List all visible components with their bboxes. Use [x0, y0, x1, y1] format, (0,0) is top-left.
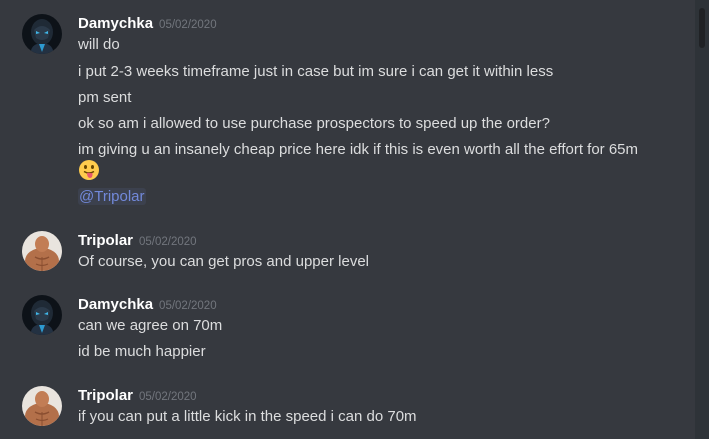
dark-hooded-figure-icon	[22, 14, 62, 54]
message-header: Damychka 05/02/2020	[78, 295, 217, 315]
message-header: Tripolar 05/02/2020	[78, 231, 197, 251]
avatar[interactable]	[22, 386, 62, 426]
muscular-person-icon	[22, 386, 62, 426]
avatar[interactable]	[22, 14, 62, 54]
username[interactable]: Tripolar	[78, 387, 133, 404]
timestamp: 05/02/2020	[139, 236, 197, 248]
username[interactable]: Tripolar	[78, 232, 133, 249]
message-text: ok so am i allowed to use purchase prosp…	[78, 115, 550, 132]
message-text: Of course, you can get pros and upper le…	[78, 253, 370, 270]
timestamp: 05/02/2020	[159, 300, 217, 312]
username[interactable]: Damychka	[78, 15, 153, 32]
message-text: i put 2-3 weeks timeframe just in case b…	[78, 63, 554, 80]
message-text: if you can put a little kick in the spee…	[78, 408, 417, 425]
message-text: im giving u an insanely cheap price here…	[78, 141, 639, 158]
scrollbar-thumb[interactable]	[699, 8, 705, 48]
message-text: can we agree on 70m	[78, 317, 223, 334]
message-text: will do	[78, 36, 120, 53]
message-header: Tripolar 05/02/2020	[78, 386, 197, 406]
username[interactable]: Damychka	[78, 296, 153, 313]
scrollbar[interactable]	[695, 0, 709, 439]
timestamp: 05/02/2020	[139, 391, 197, 403]
user-mention[interactable]: @Tripolar	[78, 188, 146, 205]
avatar[interactable]	[22, 231, 62, 271]
timestamp: 05/02/2020	[159, 19, 217, 31]
message-line: @Tripolar	[78, 187, 146, 207]
tongue-out-emoji-icon	[78, 159, 100, 181]
message-text: pm sent	[78, 89, 132, 106]
message-header: Damychka 05/02/2020	[78, 14, 217, 34]
avatar[interactable]	[22, 295, 62, 335]
dark-hooded-figure-icon	[22, 295, 62, 335]
chat-messages: Damychka 05/02/2020 will do i put 2-3 wee…	[0, 0, 695, 439]
message-text: id be much happier	[78, 343, 206, 360]
muscular-person-icon	[22, 231, 62, 271]
